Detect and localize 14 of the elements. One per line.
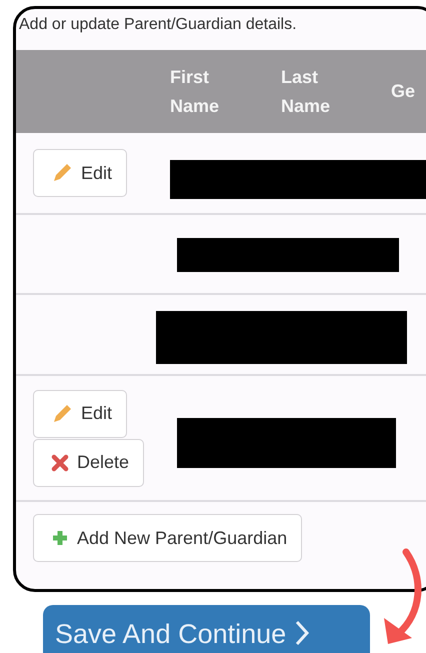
- plus-icon: [51, 529, 69, 547]
- add-parent-button[interactable]: Add New Parent/Guardian: [33, 514, 302, 562]
- pencil-icon: [51, 162, 73, 184]
- save-continue-button[interactable]: Save And Continue: [43, 605, 370, 653]
- pencil-icon: [51, 402, 73, 424]
- delete-button[interactable]: Delete: [33, 438, 144, 486]
- column-header: Ge: [391, 80, 416, 103]
- chevron-right-icon: [294, 619, 310, 647]
- edit-button[interactable]: Edit: [33, 149, 128, 197]
- close-icon: [51, 454, 69, 472]
- edit-button[interactable]: Edit: [33, 390, 128, 438]
- column-header: First Name: [170, 66, 220, 118]
- column-header: Last Name: [281, 66, 332, 118]
- instruction-text: Add or update Parent/Guardian details.: [18, 15, 298, 35]
